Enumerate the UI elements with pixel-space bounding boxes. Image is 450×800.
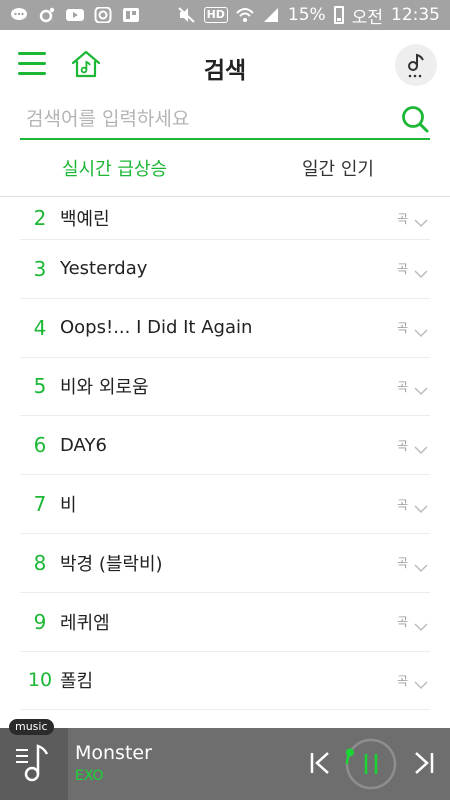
- app-header: 검색: [0, 30, 450, 100]
- ranking-row[interactable]: 10 폴킴 곡: [20, 652, 430, 711]
- type-label: 곡: [396, 438, 408, 453]
- now-playing-icon[interactable]: [395, 44, 437, 86]
- rank-number: 4: [33, 315, 47, 340]
- type-label: 곡: [396, 556, 408, 571]
- ranking-row[interactable]: 4 Oops!... I Did It Again 곡: [20, 299, 430, 358]
- playlist-icon[interactable]: [0, 728, 68, 800]
- type-label: 곡: [396, 262, 408, 277]
- youtube-icon: [66, 7, 84, 23]
- ranking-row[interactable]: 2 백예린 곡: [20, 197, 430, 240]
- rank-number: 10: [27, 669, 53, 692]
- clock: 12:35: [391, 5, 440, 25]
- ranking-title[interactable]: 비: [60, 491, 77, 517]
- chevron-down-icon[interactable]: [414, 440, 428, 455]
- type-label: 곡: [396, 497, 408, 512]
- ranking-row[interactable]: 8 박경 (블락비) 곡: [20, 534, 430, 593]
- ranking-row[interactable]: 6 DAY6 곡: [20, 416, 430, 476]
- rank-number: 2: [33, 206, 47, 230]
- next-icon[interactable]: [410, 750, 436, 776]
- rank-number: 5: [33, 374, 47, 399]
- chevron-down-icon[interactable]: [414, 675, 428, 690]
- status-bar: HD 15% 오전 12:35: [0, 0, 450, 30]
- ranking-title[interactable]: 백예린: [60, 205, 110, 231]
- chevron-down-icon[interactable]: [414, 213, 428, 228]
- ranking-row[interactable]: 7비 곡: [20, 475, 430, 534]
- signal-icon: [262, 7, 280, 23]
- type-label: 곡: [396, 211, 408, 226]
- chart-tabs: 실시간 급상승 일간 인기: [0, 145, 450, 197]
- previous-icon[interactable]: [308, 750, 334, 776]
- ranking-list: 2 백예린 곡 3 Yesterday 곡 4 Oops!... I Did It Again…: [20, 197, 430, 711]
- instagram-icon: [94, 7, 112, 23]
- mute-icon: [177, 7, 196, 23]
- ranking-title[interactable]: 폴킴: [60, 667, 93, 693]
- ranking-title[interactable]: Oops!... I Did It Again: [60, 317, 252, 338]
- chevron-down-icon[interactable]: [414, 499, 428, 514]
- link-icon: [38, 7, 56, 23]
- hd-voice-icon: HD: [203, 7, 228, 23]
- rank-number: 9: [33, 609, 47, 634]
- gallery-icon: [122, 7, 140, 23]
- ranking-title[interactable]: DAY6: [60, 435, 107, 456]
- ranking-row[interactable]: 5 비와 외로움 곡: [20, 358, 430, 417]
- ranking-title[interactable]: 박경 (블락비): [60, 550, 163, 576]
- rank-number: 7: [33, 492, 47, 517]
- music-tag: music: [9, 719, 54, 735]
- time-period: 오전: [351, 7, 383, 28]
- song-artist[interactable]: EXO: [75, 768, 104, 784]
- mini-player: Monster EXO: [0, 728, 450, 800]
- type-label: 곡: [396, 673, 408, 688]
- pause-icon[interactable]: [344, 737, 398, 791]
- rank-number: 6: [33, 433, 47, 458]
- rank-number: 3: [33, 256, 47, 281]
- ranking-title[interactable]: 레퀴엠: [60, 609, 110, 635]
- chevron-down-icon[interactable]: [414, 323, 428, 337]
- chevron-down-icon[interactable]: [414, 381, 428, 396]
- ranking-title[interactable]: 비와 외로움: [60, 373, 149, 399]
- tab-daily-popular[interactable]: 일간 인기: [302, 155, 374, 181]
- rank-number: 8: [33, 550, 47, 575]
- tab-realtime-rising[interactable]: 실시간 급상승: [62, 155, 167, 181]
- battery-icon: [333, 6, 344, 24]
- search-icon[interactable]: [400, 104, 430, 134]
- chevron-down-icon[interactable]: [414, 264, 428, 278]
- type-label: 곡: [396, 379, 408, 394]
- page-title: 검색: [203, 58, 247, 84]
- ranking-row[interactable]: 3 Yesterday 곡: [20, 240, 430, 299]
- battery-percent: 15%: [287, 5, 326, 25]
- ranking-title[interactable]: Yesterday: [60, 258, 147, 279]
- wifi-icon: [236, 7, 254, 23]
- type-label: 곡: [396, 615, 408, 630]
- song-title[interactable]: Monster: [75, 742, 152, 764]
- search-input[interactable]: [26, 102, 386, 136]
- ranking-row[interactable]: 9 레퀴엠 곡: [20, 593, 430, 652]
- chevron-down-icon[interactable]: [414, 558, 428, 572]
- chat-icon: [10, 7, 28, 23]
- search-bar: [20, 100, 430, 140]
- type-label: 곡: [396, 321, 408, 336]
- chevron-down-icon[interactable]: [414, 617, 428, 631]
